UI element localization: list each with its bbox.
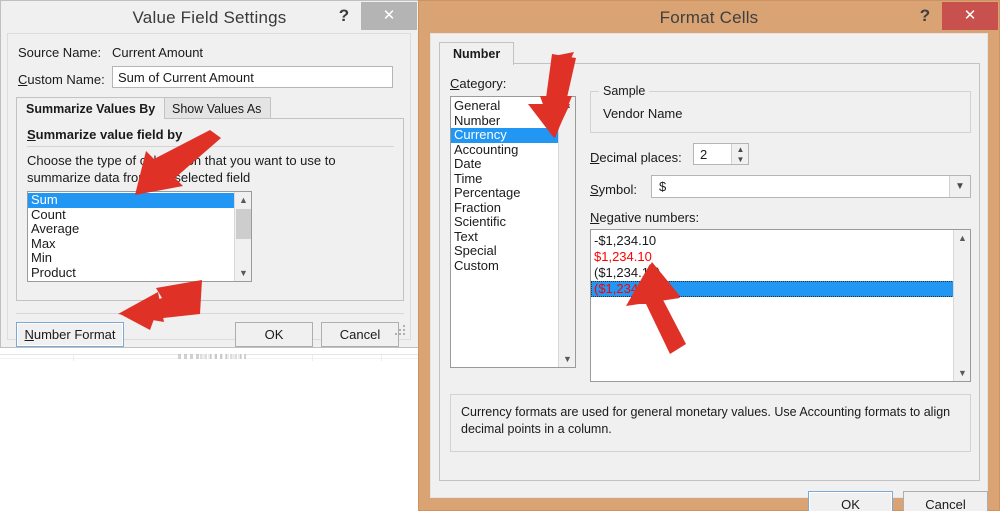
screenshot-root: Value Field Settings ? ✕ Source Name: Cu… bbox=[0, 0, 1000, 511]
scroll-down-icon[interactable]: ▼ bbox=[235, 265, 251, 281]
list-item[interactable]: Custom bbox=[451, 258, 558, 274]
tab-show-values-as-label: Show Values As bbox=[172, 101, 262, 116]
category-listbox[interactable]: General Number Currency Accounting Date … bbox=[450, 96, 576, 368]
fc-title: Format Cells bbox=[659, 7, 759, 27]
list-item[interactable]: Percentage bbox=[451, 185, 558, 201]
list-item[interactable]: Product bbox=[28, 265, 234, 281]
category-label: Category: bbox=[450, 76, 507, 91]
number-tab-panel: Category: General Number Currency Accoun… bbox=[439, 63, 980, 481]
tab-summarize-values-by[interactable]: Summarize Values By bbox=[16, 97, 166, 119]
symbol-value: $ bbox=[659, 179, 667, 194]
scroll-down-icon[interactable]: ▼ bbox=[559, 351, 575, 367]
help-icon[interactable]: ? bbox=[913, 4, 937, 28]
list-item[interactable]: General bbox=[451, 98, 558, 114]
list-item[interactable]: Sum bbox=[28, 192, 234, 208]
spin-down-icon[interactable]: ▼ bbox=[732, 154, 749, 164]
custom-name-value: Sum of Current Amount bbox=[118, 69, 254, 85]
list-item[interactable]: Date bbox=[451, 156, 558, 172]
ok-button[interactable]: OK bbox=[235, 322, 313, 347]
list-item[interactable]: Number bbox=[451, 113, 558, 129]
ok-button-label: OK bbox=[841, 497, 860, 511]
symbol-dropdown[interactable]: $ ▼ bbox=[651, 175, 971, 198]
list-item[interactable]: Accounting bbox=[451, 142, 558, 158]
decimal-places-stepper[interactable]: 2 ▲ ▼ bbox=[693, 143, 749, 165]
list-item[interactable]: ($1,234.10) bbox=[591, 265, 953, 281]
negative-numbers-scrollbar[interactable]: ▲ ▼ bbox=[953, 230, 970, 381]
symbol-label: Symbol: bbox=[590, 182, 637, 197]
sample-label: Sample bbox=[599, 84, 650, 98]
spin-up-icon[interactable]: ▲ bbox=[732, 144, 749, 154]
scroll-up-icon[interactable]: ▲ bbox=[954, 230, 970, 246]
decimal-places-spin-buttons[interactable]: ▲ ▼ bbox=[731, 144, 748, 164]
cancel-button[interactable]: Cancel bbox=[321, 322, 399, 347]
vfs-tabstrip: Summarize Values By Show Values As bbox=[16, 97, 404, 119]
scroll-up-icon[interactable]: ▲ bbox=[559, 97, 575, 113]
list-item[interactable]: -$1,234.10 bbox=[591, 233, 953, 249]
summarize-values-by-panel: Summarize value field by Choose the type… bbox=[16, 118, 404, 301]
fc-body: Number Category: General Number Currency… bbox=[430, 33, 988, 511]
list-item[interactable]: Scientific bbox=[451, 214, 558, 230]
custom-name-input[interactable]: Sum of Current Amount bbox=[112, 66, 393, 88]
list-item[interactable]: Count bbox=[28, 207, 234, 223]
list-item[interactable]: Currency bbox=[451, 127, 558, 143]
fc-titlebar: Format Cells ? ✕ bbox=[419, 1, 999, 34]
category-scrollbar[interactable]: ▲ ▼ bbox=[558, 97, 575, 367]
cancel-button-label: Cancel bbox=[339, 327, 381, 342]
number-format-button[interactable]: Number Format bbox=[16, 322, 124, 347]
close-icon[interactable]: ✕ bbox=[361, 2, 417, 30]
list-item[interactable]: Text bbox=[451, 229, 558, 245]
negative-numbers-label: Negative numbers: bbox=[590, 210, 700, 225]
tab-number[interactable]: Number bbox=[439, 42, 515, 65]
scrollbar-thumb[interactable] bbox=[236, 209, 251, 239]
value-field-settings-dialog: Value Field Settings ? ✕ Source Name: Cu… bbox=[0, 0, 419, 348]
fc-tabstrip: Number bbox=[439, 42, 515, 65]
custom-name-label: Custom Name: bbox=[18, 72, 105, 87]
ok-button[interactable]: OK bbox=[808, 491, 893, 511]
list-item[interactable]: Time bbox=[451, 171, 558, 187]
vfs-body: Source Name: Current Amount Custom Name:… bbox=[7, 33, 411, 347]
close-icon[interactable]: ✕ bbox=[942, 2, 998, 30]
vfs-title: Value Field Settings bbox=[132, 7, 287, 27]
cancel-button[interactable]: Cancel bbox=[903, 491, 988, 511]
scroll-up-icon[interactable]: ▲ bbox=[235, 192, 251, 208]
negative-numbers-listbox[interactable]: -$1,234.10 $1,234.10 ($1,234.10) ($1,234… bbox=[590, 229, 971, 382]
list-item[interactable]: Fraction bbox=[451, 200, 558, 216]
help-icon[interactable]: ? bbox=[332, 4, 356, 28]
tab-number-label: Number bbox=[453, 47, 501, 61]
list-item[interactable]: Max bbox=[28, 236, 234, 252]
cancel-button-label: Cancel bbox=[925, 497, 966, 511]
blurred-cell-text-2 bbox=[200, 354, 244, 359]
list-item[interactable]: $1,234.10 bbox=[591, 249, 953, 265]
panel-divider bbox=[27, 146, 394, 147]
sample-value: Vendor Name bbox=[603, 106, 683, 121]
sample-group: Sample Vendor Name bbox=[590, 84, 971, 133]
tab-show-values-as[interactable]: Show Values As bbox=[162, 97, 272, 119]
summarize-function-listbox[interactable]: Sum Count Average Max Min Product ▲ ▼ bbox=[27, 191, 252, 282]
list-item[interactable]: ($1,234.10) bbox=[591, 281, 954, 297]
category-description: Currency formats are used for general mo… bbox=[450, 394, 971, 452]
resize-grip[interactable] bbox=[395, 325, 406, 336]
vfs-footer-divider bbox=[16, 313, 404, 314]
listbox-scrollbar[interactable]: ▲ ▼ bbox=[234, 192, 251, 281]
chevron-down-icon[interactable]: ▼ bbox=[949, 176, 970, 197]
decimal-places-value: 2 bbox=[700, 147, 708, 162]
list-item[interactable]: Average bbox=[28, 221, 234, 237]
list-item[interactable]: Special bbox=[451, 243, 558, 259]
format-cells-dialog: Format Cells ? ✕ Number Category: Genera… bbox=[418, 0, 1000, 511]
vfs-titlebar: Value Field Settings ? ✕ bbox=[1, 1, 418, 34]
panel-description: Choose the type of calculation that you … bbox=[27, 153, 336, 185]
list-item[interactable]: Min bbox=[28, 250, 234, 266]
source-name-label: Source Name: bbox=[18, 45, 102, 60]
ok-button-label: OK bbox=[264, 327, 284, 342]
decimal-places-label: Decimal places: bbox=[590, 150, 682, 165]
scroll-down-icon[interactable]: ▼ bbox=[954, 365, 970, 381]
tab-summarize-values-by-label: Summarize Values By bbox=[26, 101, 156, 116]
panel-heading: Summarize value field by bbox=[27, 127, 183, 142]
source-name-value: Current Amount bbox=[112, 45, 204, 60]
